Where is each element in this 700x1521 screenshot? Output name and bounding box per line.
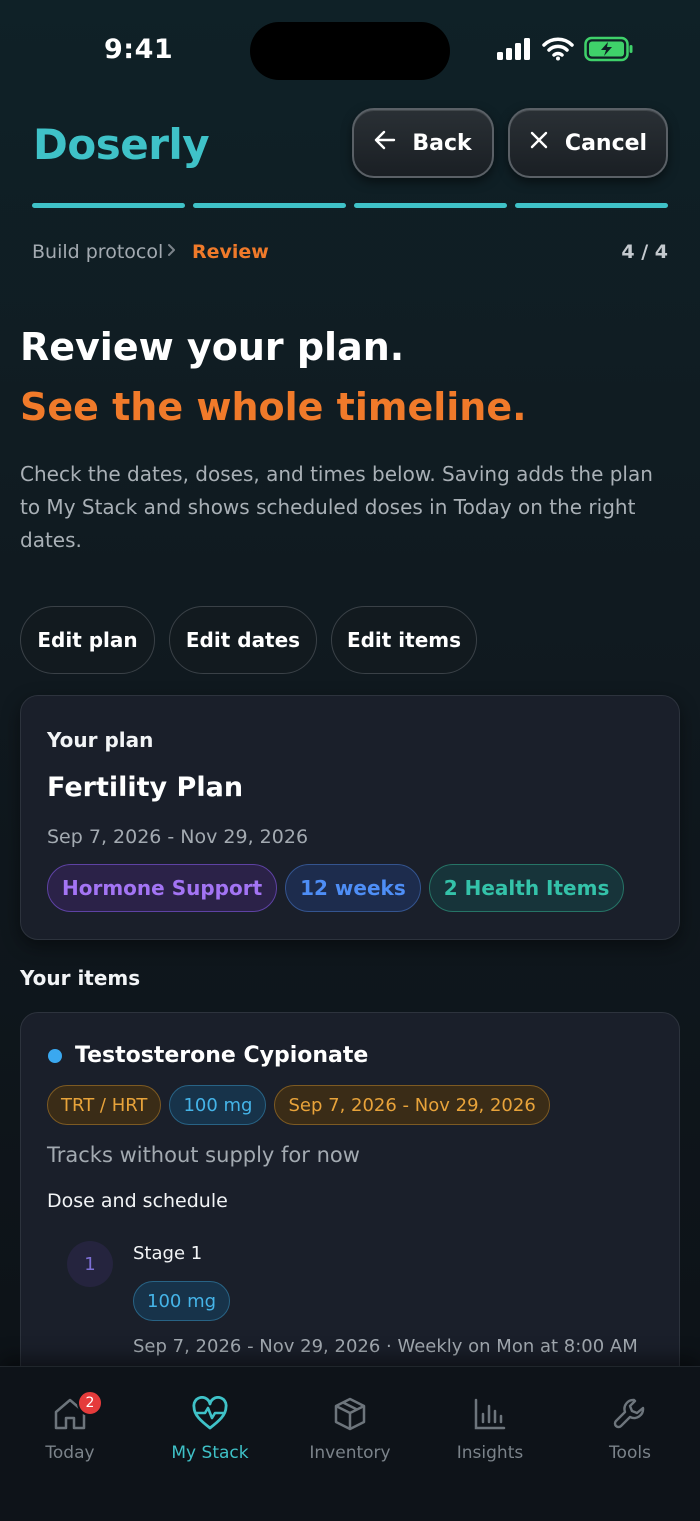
cancel-button-label: Cancel [564, 130, 648, 156]
status-bar: 9:41 [0, 0, 700, 100]
stage-schedule-info: Sep 7, 2026 - Nov 29, 2026 · Weekly on M… [133, 1336, 638, 1357]
status-time: 9:41 [104, 34, 174, 65]
plan-duration-tag: 12 weeks [285, 864, 421, 912]
header: Doserly Back Cancel [0, 108, 700, 180]
tab-inventory-label: Inventory [309, 1443, 391, 1463]
item-color-dot [48, 1049, 62, 1063]
item-name: Testosterone Cypionate [75, 1043, 369, 1068]
progress-segment [193, 203, 346, 208]
dynamic-island [250, 22, 450, 80]
progress-segment [354, 203, 507, 208]
stage-label: Stage 1 [133, 1243, 203, 1264]
item-supply-note: Tracks without supply for now [47, 1143, 360, 1167]
tab-bar: 2 Today My Stack Inventory Insights Tool… [0, 1366, 700, 1521]
plan-label: Your plan [47, 728, 154, 752]
breadcrumb-current: Review [192, 241, 269, 263]
schedule-title: Dose and schedule [47, 1190, 228, 1212]
tab-inventory[interactable]: Inventory [280, 1395, 420, 1465]
plan-item-count-tag: 2 Health Items [428, 864, 625, 912]
battery-icon [584, 36, 634, 66]
stage-dose-chip: 100 mg [133, 1281, 231, 1321]
plan-dates: Sep 7, 2026 - Nov 29, 2026 [47, 826, 309, 848]
breadcrumb: Build protocol Review 4 / 4 [32, 241, 668, 267]
stage-number: 1 [67, 1241, 113, 1287]
tab-my-stack-label: My Stack [171, 1443, 249, 1463]
edit-plan-button[interactable]: Edit plan [20, 606, 155, 674]
tab-today-label: Today [45, 1443, 95, 1463]
item-range-chip: Sep 7, 2026 - Nov 29, 2026 [274, 1085, 550, 1125]
edit-dates-button[interactable]: Edit dates [169, 606, 317, 674]
tab-my-stack[interactable]: My Stack [140, 1395, 280, 1465]
tab-today[interactable]: 2 Today [0, 1390, 140, 1465]
back-button[interactable]: Back [352, 108, 494, 178]
plan-summary-card: Your plan Fertility Plan Sep 7, 2026 - N… [20, 695, 680, 940]
tab-insights-label: Insights [456, 1443, 524, 1463]
back-button-label: Back [412, 130, 472, 156]
page-description: Check the dates, doses, and times below.… [20, 462, 653, 552]
item-chips: TRT / HRT 100 mg Sep 7, 2026 - Nov 29, 2… [47, 1085, 550, 1125]
progress-segment [32, 203, 185, 208]
signal-icon [496, 37, 532, 65]
status-icons [496, 36, 634, 66]
item-dose-chip: 100 mg [169, 1085, 267, 1125]
arrow-left-icon [374, 130, 396, 156]
cancel-button[interactable]: Cancel [508, 108, 668, 178]
step-counter: 4 / 4 [621, 241, 668, 263]
box-icon [280, 1395, 420, 1433]
tab-insights[interactable]: Insights [420, 1395, 560, 1465]
plan-name: Fertility Plan [47, 772, 244, 803]
page-subtitle: See the whole timeline. [20, 385, 527, 429]
breadcrumb-parent[interactable]: Build protocol [32, 241, 163, 263]
item-category-chip: TRT / HRT [47, 1085, 162, 1125]
tab-tools[interactable]: Tools [560, 1395, 700, 1465]
plan-tags: Hormone Support 12 weeks 2 Health Items [47, 864, 625, 912]
close-icon [529, 130, 549, 156]
chevron-right-icon [166, 241, 178, 264]
edit-actions: Edit plan Edit dates Edit items [20, 606, 477, 674]
edit-items-button[interactable]: Edit items [331, 606, 477, 674]
today-badge: 2 [77, 1390, 103, 1416]
progress-segment [515, 203, 668, 208]
home-icon [0, 1395, 140, 1433]
plan-category-tag: Hormone Support [47, 864, 278, 912]
wifi-icon [542, 37, 574, 65]
items-section-title: Your items [20, 966, 141, 990]
brand-logo: Doserly [33, 120, 210, 169]
page-title: Review your plan. [20, 325, 405, 369]
wrench-icon [560, 1395, 700, 1433]
heart-pulse-icon [140, 1395, 280, 1433]
bar-chart-icon [420, 1395, 560, 1433]
tab-tools-label: Tools [609, 1443, 651, 1463]
step-progress [32, 203, 668, 208]
